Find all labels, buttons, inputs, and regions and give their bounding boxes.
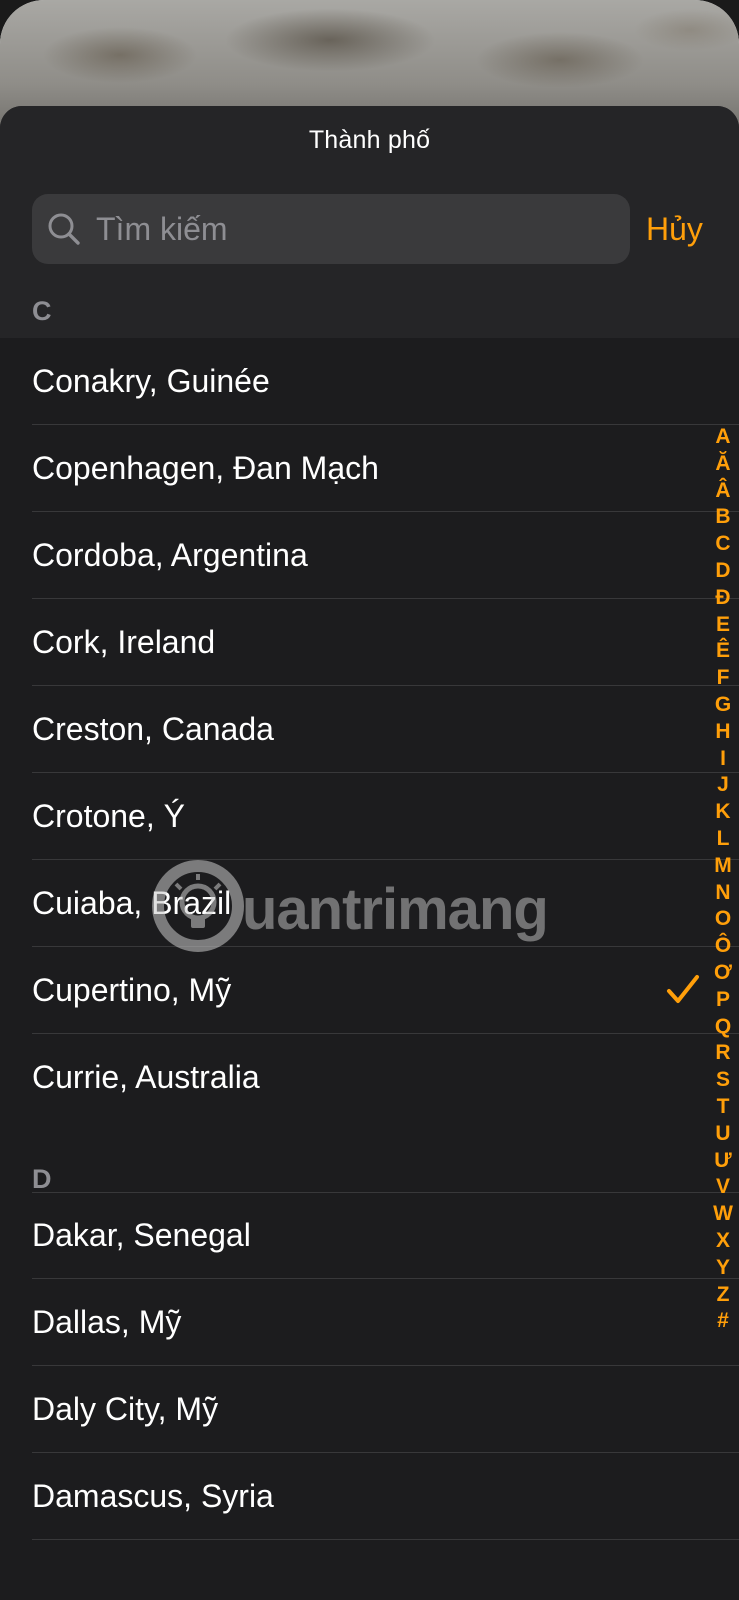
search-input[interactable] xyxy=(94,194,616,264)
index-letter[interactable]: Q xyxy=(706,1014,739,1040)
city-name: Dakar, Senegal xyxy=(32,1217,251,1253)
index-letter[interactable]: X xyxy=(706,1228,739,1254)
index-letter[interactable]: W xyxy=(706,1201,739,1227)
index-letter[interactable]: Đ xyxy=(706,585,739,611)
row-divider xyxy=(32,1539,739,1540)
checkmark-icon xyxy=(667,975,699,1003)
index-letter[interactable]: V xyxy=(706,1174,739,1200)
index-letter[interactable]: Ơ xyxy=(706,960,739,986)
city-name: Cuiaba, Brazil xyxy=(32,885,232,921)
index-letter[interactable]: F xyxy=(706,665,739,691)
index-letter[interactable]: Ô xyxy=(706,933,739,959)
index-letter[interactable]: B xyxy=(706,504,739,530)
city-row-damascus[interactable]: Damascus, Syria xyxy=(0,1453,739,1540)
sheet-header: Thành phố Hủy xyxy=(0,106,739,285)
index-letter[interactable]: A xyxy=(706,424,739,450)
alphabet-index[interactable]: A Ă Â B C D Đ E Ê F G H I J K L M N O Ô Ơ P Q R S T U Ư V W X Y Z # xyxy=(706,424,739,1384)
index-letter[interactable]: T xyxy=(706,1094,739,1120)
section-letter: C xyxy=(32,296,52,326)
index-letter[interactable]: G xyxy=(706,692,739,718)
index-letter[interactable]: E xyxy=(706,612,739,638)
city-row-currie[interactable]: Currie, Australia xyxy=(0,1034,710,1121)
index-letter[interactable]: H xyxy=(706,719,739,745)
index-letter[interactable]: R xyxy=(706,1040,739,1066)
index-letter[interactable]: # xyxy=(706,1308,739,1334)
section-letter: D xyxy=(32,1164,52,1194)
city-picker-sheet: Thành phố Hủy C Conakry, Guinée Copenhag… xyxy=(0,106,739,1600)
index-letter[interactable]: I xyxy=(706,746,739,772)
index-letter[interactable]: Z xyxy=(706,1282,739,1308)
city-name: Copenhagen, Đan Mạch xyxy=(32,450,379,486)
search-field[interactable] xyxy=(32,194,630,264)
index-letter[interactable]: S xyxy=(706,1067,739,1093)
index-letter[interactable]: P xyxy=(706,987,739,1013)
city-name: Daly City, Mỹ xyxy=(32,1391,219,1427)
magnifying-glass-icon xyxy=(48,213,80,245)
city-row-dallas[interactable]: Dallas, Mỹ xyxy=(0,1279,739,1366)
city-row-crotone[interactable]: Crotone, Ý xyxy=(0,773,739,860)
index-letter[interactable]: Y xyxy=(706,1255,739,1281)
index-letter[interactable]: Ê xyxy=(706,638,739,664)
index-letter[interactable]: J xyxy=(706,772,739,798)
city-row-creston[interactable]: Creston, Canada xyxy=(0,686,739,773)
city-name: Damascus, Syria xyxy=(32,1478,274,1514)
city-name: Cork, Ireland xyxy=(32,624,216,660)
city-row-daly-city[interactable]: Daly City, Mỹ xyxy=(0,1366,739,1453)
city-name: Creston, Canada xyxy=(32,711,274,747)
index-letter[interactable]: L xyxy=(706,826,739,852)
section-header-c: C xyxy=(0,284,739,338)
index-letter[interactable]: M xyxy=(706,853,739,879)
city-row-dakar[interactable]: Dakar, Senegal xyxy=(0,1192,739,1279)
city-row-copenhagen[interactable]: Copenhagen, Đan Mạch xyxy=(0,425,739,512)
city-row-cordoba[interactable]: Cordoba, Argentina xyxy=(0,512,739,599)
index-letter[interactable]: D xyxy=(706,558,739,584)
city-row-cork[interactable]: Cork, Ireland xyxy=(0,599,739,686)
city-name: Cordoba, Argentina xyxy=(32,537,308,573)
city-name: Crotone, Ý xyxy=(32,798,185,834)
phone-screen: Thành phố Hủy C Conakry, Guinée Copenhag… xyxy=(0,0,739,1600)
city-row-cuiaba[interactable]: Cuiaba, Brazil xyxy=(0,860,739,947)
index-letter[interactable]: Ă xyxy=(706,451,739,477)
city-name: Conakry, Guinée xyxy=(32,363,270,399)
city-name: Dallas, Mỹ xyxy=(32,1304,182,1340)
index-letter[interactable]: C xyxy=(706,531,739,557)
sheet-title: Thành phố xyxy=(308,126,431,154)
city-name: Cupertino, Mỹ xyxy=(32,972,232,1008)
index-letter[interactable]: O xyxy=(706,906,739,932)
index-letter[interactable]: Â xyxy=(706,478,739,504)
city-name: Currie, Australia xyxy=(32,1059,260,1095)
city-row-conakry[interactable]: Conakry, Guinée xyxy=(0,338,739,425)
city-row-cupertino[interactable]: Cupertino, Mỹ xyxy=(0,947,739,1034)
index-letter[interactable]: K xyxy=(706,799,739,825)
index-letter[interactable]: N xyxy=(706,880,739,906)
index-letter[interactable]: Ư xyxy=(706,1148,739,1174)
cancel-button[interactable]: Hủy xyxy=(646,202,703,256)
index-letter[interactable]: U xyxy=(706,1121,739,1147)
